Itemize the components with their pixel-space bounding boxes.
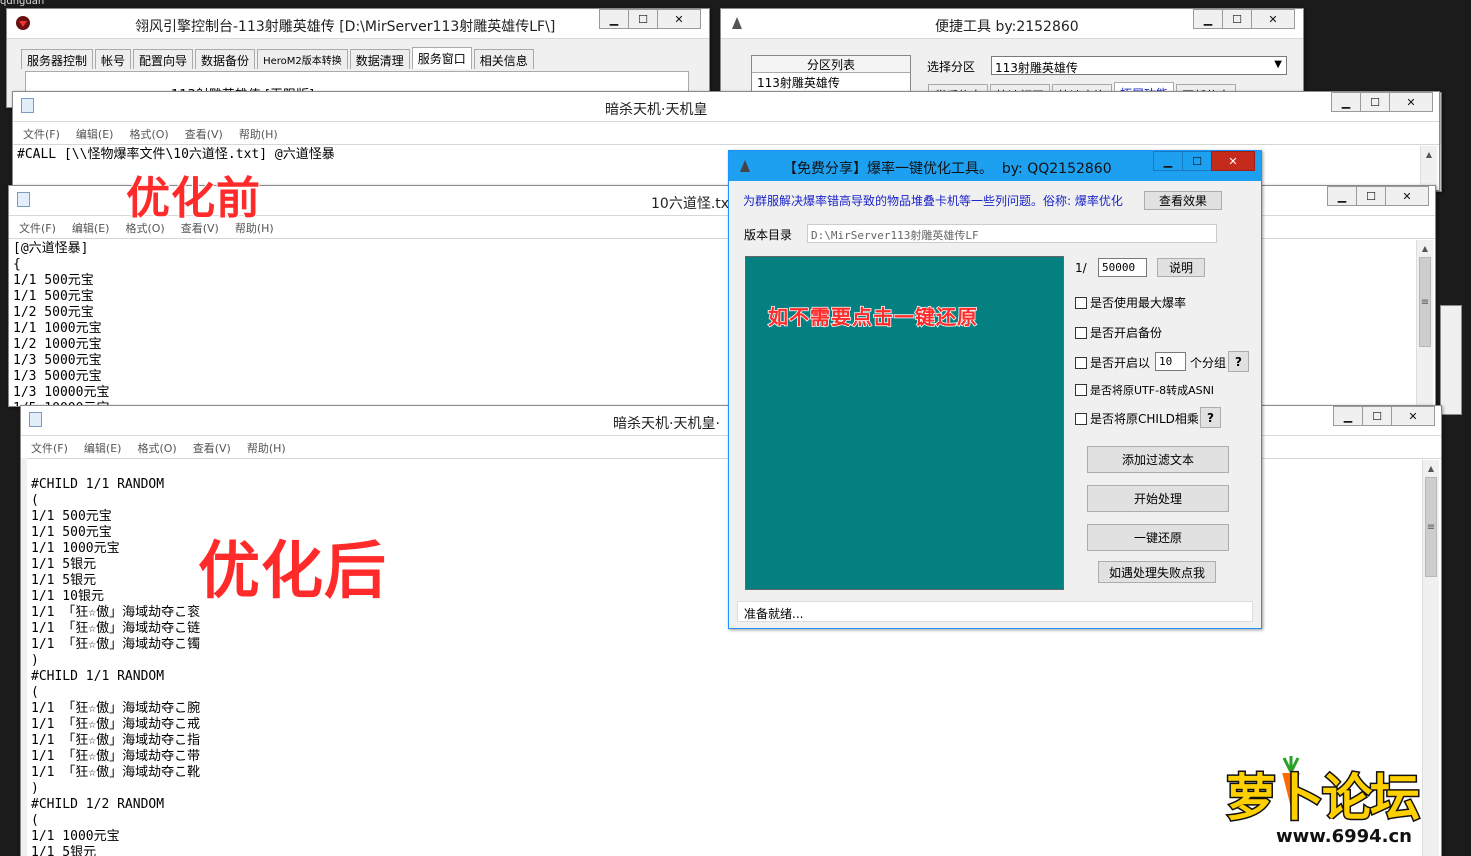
partition-list-header: 分区列表 bbox=[752, 56, 910, 73]
menu-item[interactable]: 查看(V) bbox=[183, 436, 237, 456]
forum-watermark-logo: 萝卜论坛 www.6994.cn bbox=[1222, 752, 1458, 852]
console-tab[interactable]: 配置向导 bbox=[133, 49, 194, 69]
notepad-icon bbox=[17, 192, 33, 208]
maximize-button[interactable]: ☐ bbox=[1356, 186, 1386, 206]
close-button[interactable]: ✕ bbox=[1391, 406, 1435, 426]
optimizer-description: 为群服解决爆率错高导致的物品堆叠卡机等一些列问题。俗称: 爆率优化 bbox=[743, 194, 1123, 208]
group-count-input[interactable]: 10 bbox=[1155, 352, 1186, 371]
menu-item[interactable]: 文件(F) bbox=[9, 216, 62, 236]
console-titlebar[interactable]: 翎风引擎控制台-113射雕英雄传 [D:\MirServer113射雕英雄传LF… bbox=[7, 9, 709, 39]
console-title: 翎风引擎控制台-113射雕英雄传 [D:\MirServer113射雕英雄传LF… bbox=[135, 19, 556, 35]
console-tab[interactable]: 帐号 bbox=[95, 49, 132, 69]
close-button[interactable]: ✕ bbox=[1385, 186, 1429, 206]
menu-item[interactable]: 查看(V) bbox=[175, 122, 229, 142]
notepad-title: 10六道怪.tx bbox=[651, 196, 730, 212]
vertical-scrollbar[interactable]: ▲ bbox=[1420, 146, 1437, 190]
console-tab[interactable]: 数据备份 bbox=[195, 49, 256, 69]
notepad-menubar: 文件(F) 编辑(E) 格式(O) 查看(V) 帮助(H) bbox=[13, 122, 1439, 144]
console-tab[interactable]: HeroM2版本转换 bbox=[257, 49, 348, 69]
console-tab[interactable]: 数据清理 bbox=[349, 49, 410, 69]
minimize-button[interactable]: ▁ bbox=[1153, 151, 1183, 171]
view-effect-button[interactable]: 查看效果 bbox=[1144, 191, 1222, 210]
status-text: 准备就绪... bbox=[744, 607, 804, 621]
child-multiply-checkbox[interactable]: 是否将原CHILD相乘 bbox=[1075, 410, 1199, 427]
notepad-title: 暗杀天机·天机皇 bbox=[605, 102, 708, 118]
ratio-input[interactable]: 50000 bbox=[1098, 258, 1147, 277]
quicktool-title: 便捷工具 by:2152860 bbox=[935, 19, 1079, 35]
menu-item[interactable]: 编辑(E) bbox=[66, 122, 120, 142]
notepad-icon bbox=[29, 412, 45, 428]
menu-item[interactable]: 编辑(E) bbox=[62, 216, 116, 236]
corner-label: qdnguan bbox=[0, 0, 45, 7]
maximize-button[interactable]: ☐ bbox=[628, 9, 658, 29]
notepad-icon bbox=[21, 98, 37, 114]
console-tab[interactable]: 服务窗口 bbox=[411, 47, 472, 69]
maximize-button[interactable]: ☐ bbox=[1360, 92, 1390, 112]
max-rate-checkbox[interactable]: 是否使用最大爆率 bbox=[1075, 294, 1186, 311]
start-process-button[interactable]: 开始处理 bbox=[1087, 485, 1229, 512]
engine-app-icon bbox=[15, 15, 31, 31]
optimizer-title: 【免费分享】爆率一键优化工具。 by: QQ2152860 bbox=[783, 161, 1112, 177]
menu-item[interactable]: 文件(F) bbox=[21, 436, 74, 456]
group-help-button[interactable]: ? bbox=[1228, 351, 1249, 372]
menu-item[interactable]: 格式(O) bbox=[119, 122, 174, 142]
minimize-button[interactable]: ▁ bbox=[1193, 9, 1223, 29]
after-label: 优化后 bbox=[197, 533, 388, 608]
vertical-scrollbar[interactable]: ▲ ≡ bbox=[1416, 240, 1433, 406]
group-suffix-label: 个分组 bbox=[1190, 356, 1227, 370]
explain-button[interactable]: 说明 bbox=[1157, 258, 1205, 277]
console-tab[interactable]: 相关信息 bbox=[473, 49, 534, 69]
maximize-button[interactable]: ☐ bbox=[1182, 151, 1212, 171]
close-button[interactable]: ✕ bbox=[657, 9, 701, 29]
log-panel: 如不需要点击一键还原 bbox=[745, 256, 1064, 590]
close-button[interactable]: ✕ bbox=[1251, 9, 1295, 29]
chevron-down-icon: ▼ bbox=[1274, 59, 1282, 70]
watermark-url: www.6994.cn bbox=[1275, 825, 1414, 849]
minimize-button[interactable]: ▁ bbox=[1333, 406, 1363, 426]
ratio-prefix: 1/ bbox=[1075, 261, 1087, 275]
status-bar: 准备就绪... bbox=[737, 601, 1253, 622]
group-checkbox[interactable]: 是否开启以 bbox=[1075, 354, 1150, 371]
minimize-button[interactable]: ▁ bbox=[1327, 186, 1357, 206]
restore-button[interactable]: 一键还原 bbox=[1087, 524, 1229, 551]
tool-app-icon bbox=[737, 158, 753, 177]
optimizer-window[interactable]: 【免费分享】爆率一键优化工具。 by: QQ2152860 ▁ ☐ ✕ 为群服解… bbox=[728, 150, 1262, 629]
restore-note-label: 如不需要点击一键还原 bbox=[767, 304, 978, 330]
menu-item[interactable]: 帮助(H) bbox=[229, 122, 284, 142]
fail-help-button[interactable]: 如遇处理失败点我 bbox=[1098, 561, 1216, 583]
partition-select[interactable]: 113射雕英雄传 ▼ bbox=[991, 56, 1287, 75]
partition-item[interactable]: 113射雕英雄传 bbox=[757, 75, 905, 91]
version-dir-field[interactable]: D:\MirServer113射雕英雄传LF bbox=[807, 224, 1217, 243]
maximize-button[interactable]: ☐ bbox=[1362, 406, 1392, 426]
maximize-button[interactable]: ☐ bbox=[1222, 9, 1252, 29]
watermark-name: 萝卜论坛 bbox=[1225, 768, 1422, 829]
tool-app-icon bbox=[729, 15, 745, 31]
notepad-title: 暗杀天机·天机皇· bbox=[613, 416, 720, 432]
minimize-button[interactable]: ▁ bbox=[599, 9, 629, 29]
menu-item[interactable]: 文件(F) bbox=[13, 122, 66, 142]
close-button[interactable]: ✕ bbox=[1211, 151, 1255, 171]
version-dir-label: 版本目录 bbox=[744, 228, 793, 242]
add-filter-button[interactable]: 添加过滤文本 bbox=[1087, 446, 1229, 473]
menu-item[interactable]: 编辑(E) bbox=[74, 436, 128, 456]
optimizer-titlebar[interactable]: 【免费分享】爆率一键优化工具。 by: QQ2152860 ▁ ☐ ✕ bbox=[729, 151, 1261, 181]
background-window-edge bbox=[1440, 305, 1462, 415]
notepad-titlebar[interactable]: 暗杀天机·天机皇 ▁ ☐ ✕ bbox=[13, 92, 1439, 122]
utf8-convert-checkbox[interactable]: 是否将原UTF-8转成ASNI bbox=[1075, 382, 1214, 398]
close-button[interactable]: ✕ bbox=[1389, 92, 1433, 112]
before-label: 优化前 bbox=[125, 172, 261, 225]
console-tab[interactable]: 服务器控制 bbox=[21, 49, 94, 69]
console-tabbar: 服务器控制 帐号 配置向导 数据备份 HeroM2版本转换 数据清理 服务窗口 相关信息 bbox=[21, 47, 536, 69]
backup-checkbox[interactable]: 是否开启备份 bbox=[1075, 324, 1162, 341]
menu-item[interactable]: 格式(O) bbox=[127, 436, 182, 456]
minimize-button[interactable]: ▁ bbox=[1331, 92, 1361, 112]
child-help-button[interactable]: ? bbox=[1200, 407, 1221, 428]
select-partition-label: 选择分区 bbox=[927, 60, 976, 74]
menu-item[interactable]: 帮助(H) bbox=[237, 436, 292, 456]
quicktool-titlebar[interactable]: 便捷工具 by:2152860 ▁ ☐ ✕ bbox=[721, 9, 1303, 39]
